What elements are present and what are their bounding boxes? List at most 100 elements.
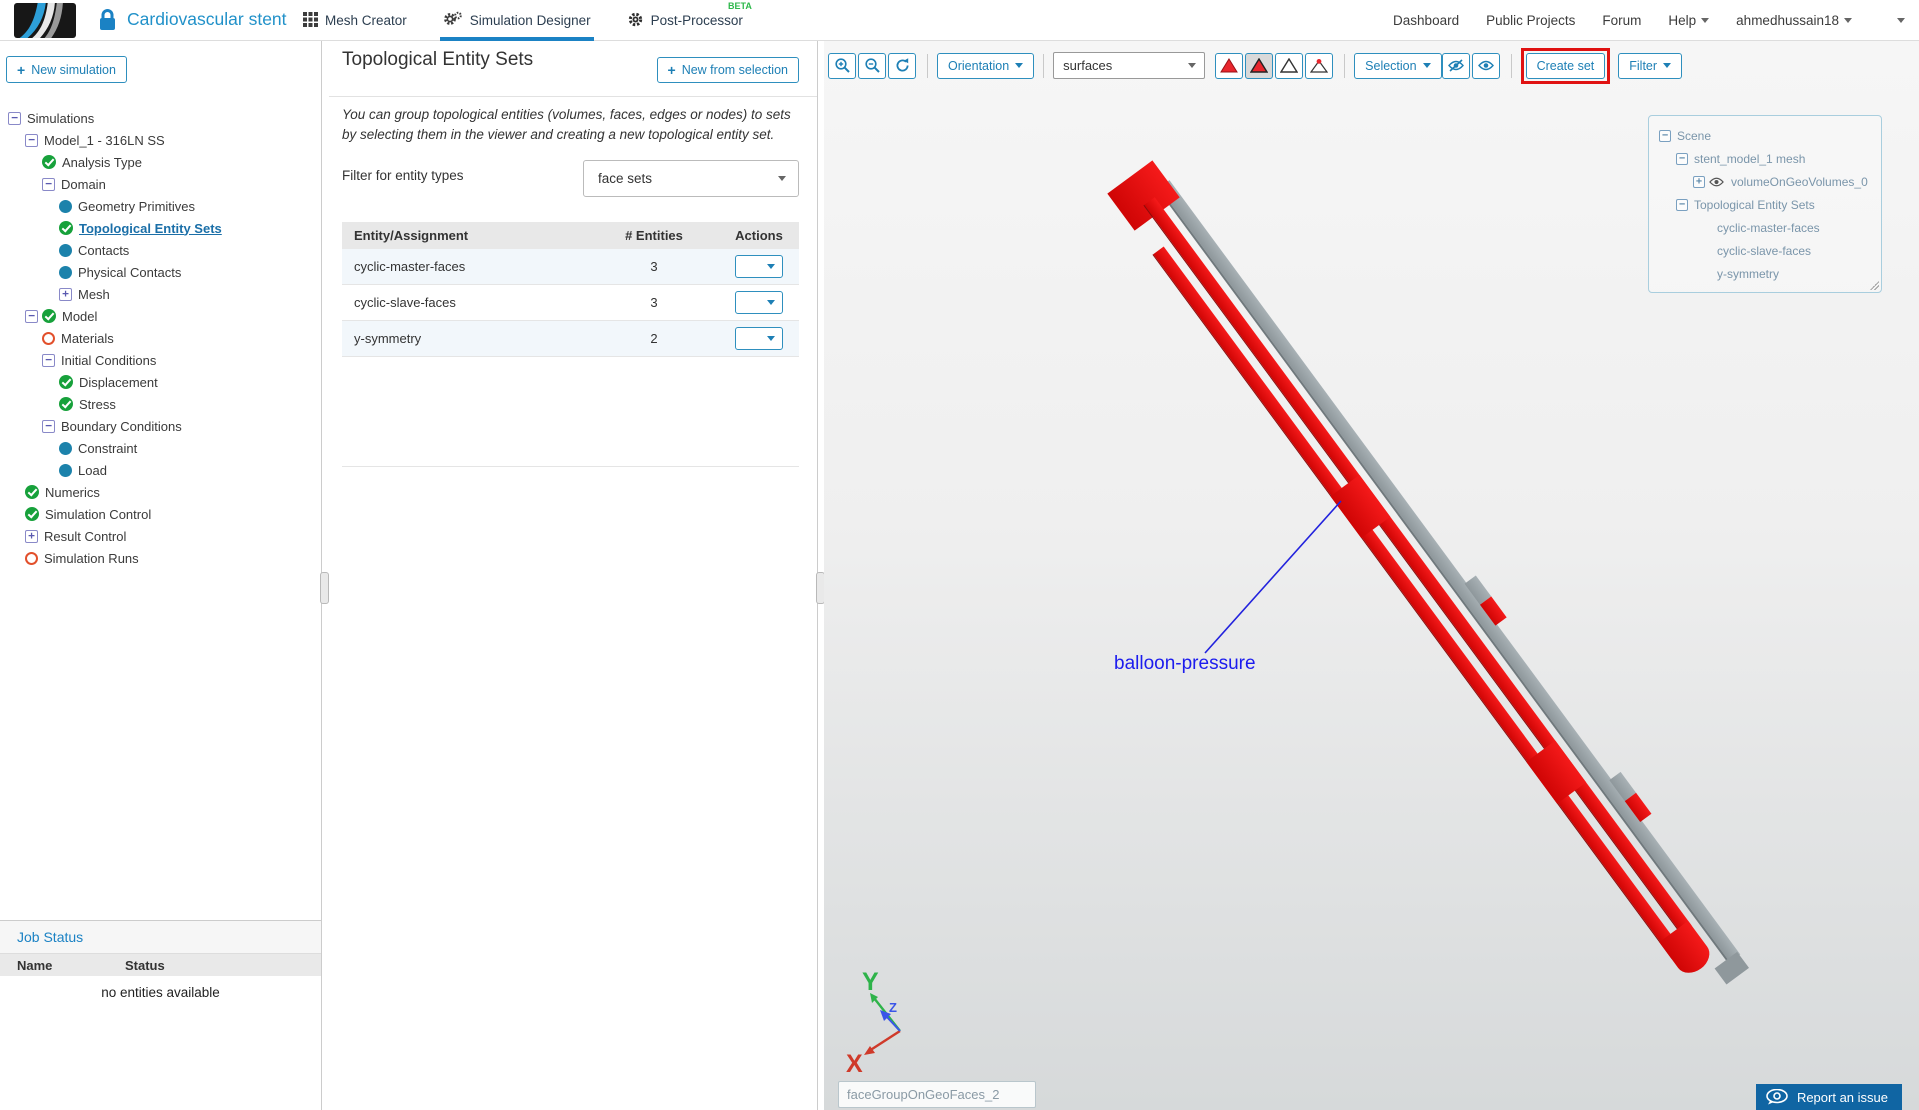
collapse-icon[interactable] — [25, 133, 38, 147]
axis-z-label: Z — [889, 1000, 897, 1015]
tree-item-model[interactable]: Model — [0, 305, 321, 327]
create-set-button[interactable]: Create set — [1525, 52, 1606, 79]
render-wireframe-button[interactable] — [1275, 52, 1304, 79]
tree-item-cyclic-master-faces[interactable]: cyclic-master-faces — [1649, 216, 1881, 239]
collapse-icon[interactable] — [25, 309, 38, 323]
collapse-icon[interactable] — [1676, 152, 1688, 165]
tree-item-domain[interactable]: Domain — [0, 173, 321, 195]
tree-item-physical-contacts[interactable]: Physical Contacts — [0, 261, 321, 283]
entity-set-row[interactable]: cyclic-slave-faces 3 — [342, 285, 799, 321]
project-title: Cardiovascular stent — [127, 9, 287, 29]
chevron-down-icon — [1701, 18, 1710, 23]
tree-item-load[interactable]: Load — [0, 459, 321, 481]
tree-item-contacts[interactable]: Contacts — [0, 239, 321, 261]
panel-description: You can group topological entities (volu… — [342, 107, 791, 142]
splitter-grip[interactable] — [320, 572, 329, 604]
tree-item-simulations[interactable]: Simulations — [0, 107, 321, 129]
tree-item-stent-model-1-mesh[interactable]: stent_model_1 mesh — [1649, 147, 1881, 170]
tree-item-volumeongeovolumes-0[interactable]: volumeOnGeoVolumes_0 — [1649, 170, 1881, 193]
expand-icon[interactable] — [1693, 175, 1705, 188]
collapse-icon[interactable] — [42, 353, 55, 367]
window-menu-button[interactable] — [1897, 18, 1905, 23]
tree-item-displacement[interactable]: Displacement — [0, 371, 321, 393]
tab-post-processor[interactable]: Post-Processor BETA — [624, 0, 752, 41]
stent-red-upper-rail — [1143, 197, 1692, 934]
zoom-out-button[interactable] — [858, 52, 886, 79]
tree-item-initial-conditions[interactable]: Initial Conditions — [0, 349, 321, 371]
new-simulation-button[interactable]: New simulation — [6, 56, 127, 83]
expand-icon[interactable] — [59, 287, 72, 301]
scene-panel-resize-handle[interactable] — [1870, 281, 1879, 290]
tab-mesh-creator[interactable]: Mesh Creator — [300, 0, 410, 41]
render-points-button[interactable] — [1305, 52, 1334, 79]
hide-selection-button[interactable] — [1441, 52, 1470, 79]
eye-icon[interactable] — [1709, 176, 1725, 187]
tree-item-topological-entity-sets[interactable]: Topological Entity Sets — [0, 217, 321, 239]
collapse-icon[interactable] — [1676, 198, 1688, 211]
tree-item-mesh[interactable]: Mesh — [0, 283, 321, 305]
nav-label: Help — [1668, 13, 1697, 28]
nav-forum[interactable]: Forum — [1602, 13, 1641, 28]
tree-item-simulation-runs[interactable]: Simulation Runs — [0, 547, 321, 569]
tree-item-analysis-type[interactable]: Analysis Type — [0, 151, 321, 173]
user-menu[interactable]: ahmedhussain18 — [1736, 13, 1852, 28]
entity-set-row[interactable]: y-symmetry 2 — [342, 321, 799, 357]
col-actions: Actions — [735, 228, 783, 243]
tree-item-topological-entity-sets[interactable]: Topological Entity Sets — [1649, 193, 1881, 216]
display-mode-select[interactable]: surfaces — [1053, 52, 1206, 79]
render-solid-edges-button[interactable] — [1245, 52, 1274, 79]
app-logo-icon[interactable] — [14, 3, 76, 38]
orientation-dropdown[interactable]: Orientation — [937, 52, 1035, 79]
nav-help[interactable]: Help — [1668, 13, 1710, 28]
filter-dropdown[interactable]: Filter — [1618, 52, 1683, 79]
entity-set-row[interactable]: cyclic-master-faces 3 — [342, 249, 799, 285]
row-actions-dropdown[interactable] — [735, 327, 783, 350]
simulation-tree: Simulations Model_1 - 316LN SS Analysis Ty… — [0, 107, 321, 569]
tree-item-simulation-control[interactable]: Simulation Control — [0, 503, 321, 525]
entity-sets-table: Entity/Assignment # Entities Actions cyc… — [342, 222, 799, 467]
show-selection-button[interactable] — [1471, 52, 1500, 79]
check-status-icon — [59, 221, 73, 235]
tree-item-scene[interactable]: Scene — [1649, 124, 1881, 147]
face-group-name-input[interactable] — [838, 1081, 1036, 1108]
tree-item-numerics[interactable]: Numerics — [0, 481, 321, 503]
collapse-icon[interactable] — [42, 177, 55, 191]
3d-viewport[interactable]: balloon-pressure Orientation surfaces Se… — [824, 41, 1919, 1110]
selection-dropdown[interactable]: Selection — [1354, 52, 1442, 79]
job-status-header: Job Status — [0, 921, 321, 954]
tree-item-materials[interactable]: Materials — [0, 327, 321, 349]
tree-item-geometry-primitives[interactable]: Geometry Primitives — [0, 195, 321, 217]
job-status-columns: Name Status — [0, 954, 321, 976]
check-status-icon — [25, 507, 39, 521]
plus-icon — [17, 62, 25, 78]
tree-item-cyclic-slave-faces[interactable]: cyclic-slave-faces — [1649, 239, 1881, 262]
nav-public-projects[interactable]: Public Projects — [1486, 13, 1575, 28]
tree-item-stress[interactable]: Stress — [0, 393, 321, 415]
tree-item-result-control[interactable]: Result Control — [0, 525, 321, 547]
zoom-in-button[interactable] — [828, 52, 856, 79]
entity-type-select[interactable]: face sets — [583, 160, 799, 197]
tree-item-y-symmetry[interactable]: y-symmetry — [1649, 262, 1881, 285]
collapse-icon[interactable] — [42, 419, 55, 433]
job-col-name: Name — [17, 957, 53, 973]
collapse-icon[interactable] — [1659, 129, 1671, 142]
new-from-selection-button[interactable]: New from selection — [656, 57, 799, 83]
tree-item-constraint[interactable]: Constraint — [0, 437, 321, 459]
collapse-icon[interactable] — [8, 111, 21, 125]
left-panel-splitter[interactable] — [320, 41, 329, 1110]
table-empty-area — [342, 357, 799, 467]
create-set-highlight-box: Create set — [1520, 47, 1611, 84]
expand-icon[interactable] — [25, 529, 38, 543]
report-issue-button[interactable]: Report an issue — [1755, 1084, 1902, 1110]
nav-dashboard[interactable]: Dashboard — [1393, 13, 1459, 28]
tree-item-boundary-conditions[interactable]: Boundary Conditions — [0, 415, 321, 437]
tree-item-model-1-316ln-ss[interactable]: Model_1 - 316LN SS — [0, 129, 321, 151]
lock-icon — [98, 8, 117, 37]
row-actions-dropdown[interactable] — [735, 255, 783, 278]
row-actions-dropdown[interactable] — [735, 291, 783, 314]
render-solid-button[interactable] — [1215, 52, 1244, 79]
tree-item-label: cyclic-master-faces — [1717, 220, 1820, 235]
refresh-view-button[interactable] — [888, 52, 916, 79]
tab-simulation-designer[interactable]: Simulation Designer — [439, 0, 594, 41]
workbench-tabs: Mesh Creator Simulation Designer Post-Proc… — [300, 0, 752, 41]
